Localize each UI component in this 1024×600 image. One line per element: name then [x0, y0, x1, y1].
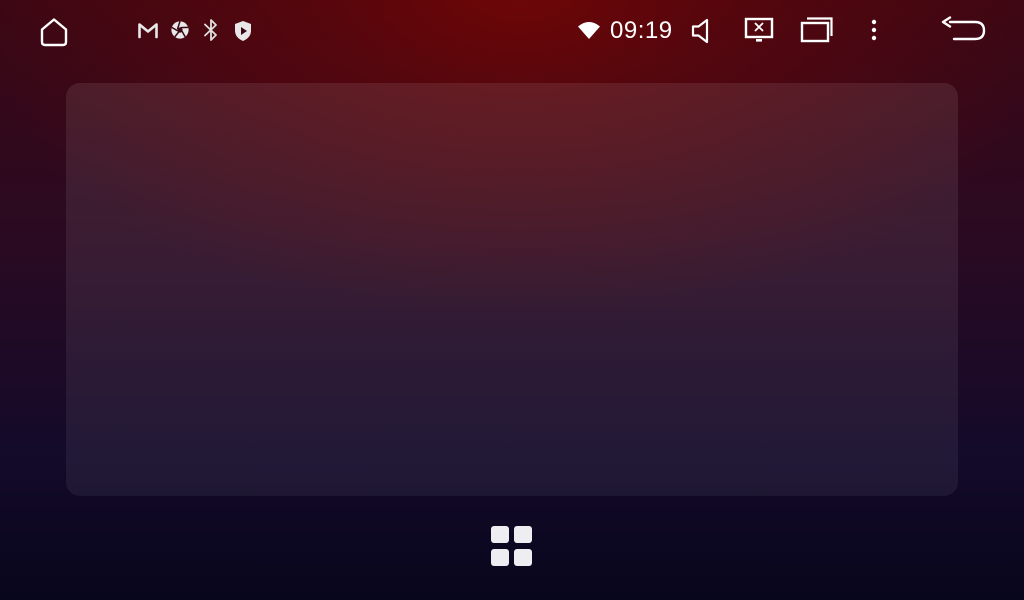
app-drawer-grid-icon[interactable] [489, 524, 535, 568]
status-clock: 09:19 [610, 17, 673, 44]
widget-panel[interactable] [66, 83, 958, 496]
volume-icon[interactable] [690, 17, 714, 45]
status-bar: 09:19 [0, 0, 1024, 62]
camera-aperture-icon [170, 20, 190, 40]
more-options-icon[interactable] [868, 18, 880, 42]
home-icon[interactable] [38, 16, 70, 48]
bluetooth-icon [202, 17, 220, 43]
app-drawer-square [514, 526, 532, 543]
shield-play-icon [233, 20, 253, 42]
recent-apps-icon[interactable] [800, 16, 834, 44]
wifi-icon [577, 20, 601, 40]
gmail-icon [137, 21, 159, 39]
app-drawer-square [514, 549, 532, 566]
screen-off-icon[interactable] [744, 17, 774, 43]
back-icon[interactable] [939, 16, 989, 46]
app-drawer-square [491, 549, 509, 566]
app-drawer-square [491, 526, 509, 543]
